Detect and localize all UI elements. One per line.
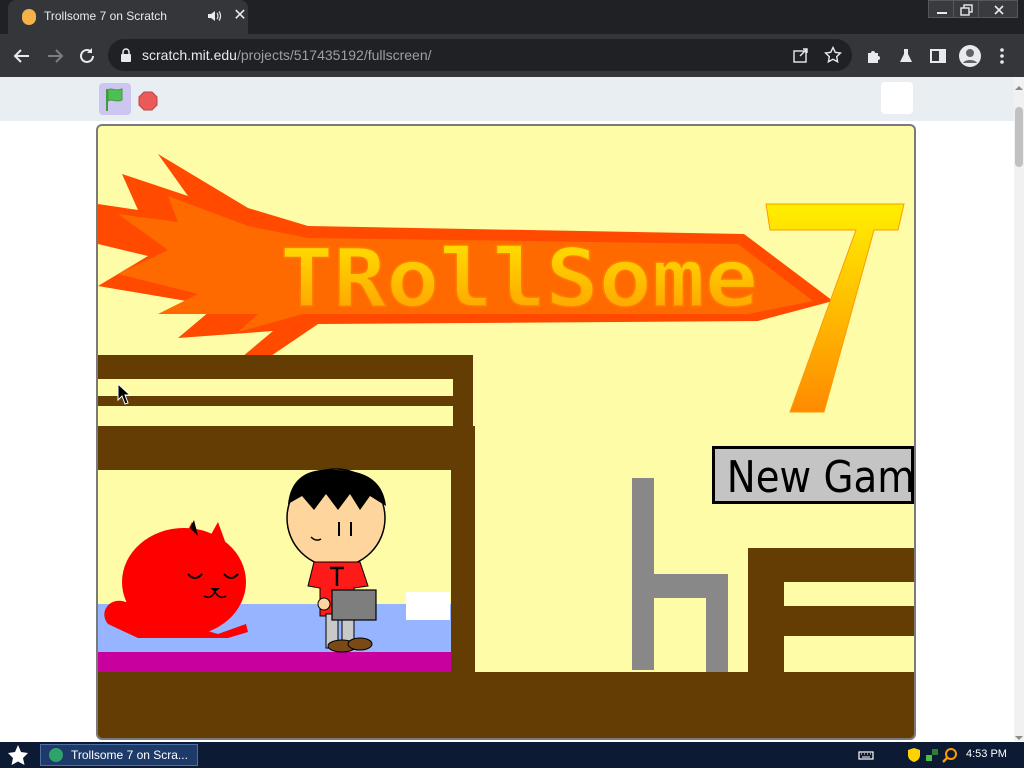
lock-icon[interactable]: [120, 48, 132, 67]
page-scrollbar[interactable]: [1014, 77, 1024, 741]
bookmark-star-icon[interactable]: [823, 45, 843, 64]
scroll-down-arrow-icon[interactable]: [1015, 729, 1023, 740]
browser-icon: [49, 748, 63, 762]
url-path: /projects/517435192/fullscreen/: [236, 47, 432, 63]
logo-text: TRollSome: [280, 232, 758, 325]
new-game-button[interactable]: New Game: [712, 446, 914, 504]
extensions-icon[interactable]: [862, 44, 886, 68]
url-text: scratch.mit.edu/projects/517435192/fulls…: [142, 47, 432, 63]
close-icon[interactable]: ✕: [230, 6, 250, 26]
restore-icon[interactable]: [953, 0, 979, 18]
taskbar-window-label: Trollsome 7 on Scra...: [71, 748, 188, 762]
tab-title: Trollsome 7 on Scratch: [44, 9, 167, 23]
green-flag-icon[interactable]: [99, 83, 131, 115]
minimize-icon[interactable]: [928, 0, 954, 18]
speaker-icon[interactable]: [206, 8, 222, 24]
reload-icon[interactable]: [75, 44, 99, 68]
back-arrow-icon[interactable]: [10, 44, 34, 68]
red-cat-sprite: [104, 520, 248, 638]
chair-object: [632, 478, 728, 672]
scroll-thumb[interactable]: [1015, 107, 1023, 167]
taskbar-window-button[interactable]: Trollsome 7 on Scra...: [40, 744, 198, 766]
scratch-cat-icon: [22, 9, 36, 25]
labs-flask-icon[interactable]: [894, 44, 918, 68]
shield-icon[interactable]: [906, 747, 922, 763]
fullscreen-toggle[interactable]: [881, 82, 913, 114]
scroll-up-arrow-icon[interactable]: [1015, 79, 1023, 90]
keyboard-icon[interactable]: [858, 747, 874, 763]
taskbar-clock: 4:53 PM: [966, 748, 1007, 760]
floor: [98, 672, 914, 738]
stop-icon[interactable]: [138, 91, 158, 111]
url-host: scratch.mit.edu: [142, 47, 237, 63]
project-stage[interactable]: TRollSome New Gam: [96, 124, 916, 740]
scratch-controls-bar: [0, 77, 1014, 121]
share-icon[interactable]: [792, 46, 810, 64]
close-icon[interactable]: [978, 0, 1018, 18]
address-bar[interactable]: scratch.mit.edu/projects/517435192/fulls…: [108, 39, 852, 71]
browser-tab[interactable]: Trollsome 7 on Scratch ✕: [8, 0, 248, 34]
os-taskbar: Trollsome 7 on Scra... 4:53 PM: [0, 742, 1024, 768]
side-panel-icon[interactable]: [926, 44, 950, 68]
search-icon[interactable]: [942, 747, 958, 763]
network-icon[interactable]: [924, 747, 940, 763]
profile-icon[interactable]: [958, 44, 982, 68]
forward-arrow-icon[interactable]: [43, 44, 67, 68]
new-game-label: New Game: [726, 452, 915, 503]
side-bed-frame: [748, 548, 914, 674]
browser-toolbar: scratch.mit.edu/projects/517435192/fulls…: [0, 34, 1024, 77]
menu-kebab-icon[interactable]: [990, 44, 1014, 68]
start-star-icon[interactable]: [6, 744, 30, 766]
browser-tab-strip: Trollsome 7 on Scratch ✕: [0, 0, 1024, 34]
stage-scene: TRollSome: [98, 154, 914, 738]
